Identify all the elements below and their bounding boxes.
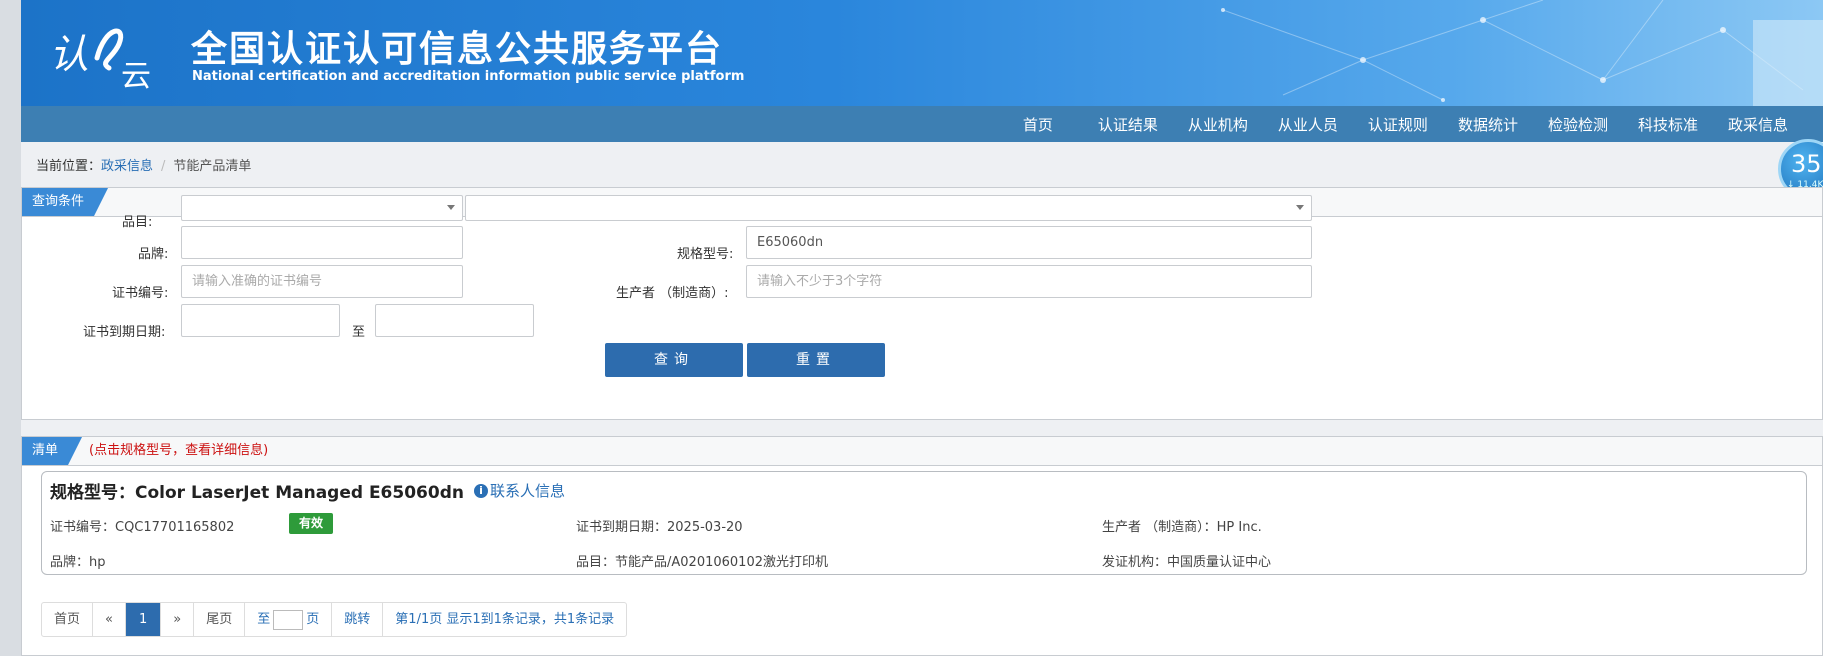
nav-inspection[interactable]: 检验检测 (1533, 114, 1623, 135)
nav-standards[interactable]: 科技标准 (1623, 114, 1713, 135)
site-header: 认 云 全国认证认可信息公共服务平台 National certificatio… (21, 0, 1823, 106)
record-model-link[interactable]: 规格型号：Color LaserJet Managed E65060dn (50, 478, 464, 503)
model-label: 规格型号: (677, 247, 734, 262)
breadcrumb-prefix: 当前位置： (36, 159, 102, 174)
main-nav: 首页 认证结果 从业机构 从业人员 认证规则 数据统计 检验检测 科技标准 政采… (21, 106, 1823, 142)
maker-label: 生产者 （制造商）: (616, 286, 729, 301)
nav-cert-results[interactable]: 认证结果 (1083, 114, 1173, 135)
svg-text:云: 云 (121, 59, 151, 90)
expiry-date-to-label: 至 (352, 325, 366, 340)
search-button[interactable]: 查询 (605, 343, 743, 377)
record-category: 品目：节能产品/A0201060102激光打印机 (576, 555, 828, 570)
speed-value: 35 (1791, 150, 1822, 178)
nav-procurement[interactable]: 政采信息 (1713, 114, 1803, 135)
site-logo: 认 云 (49, 28, 151, 90)
category-select-secondary[interactable] (465, 195, 1312, 221)
brand-label: 品牌: (138, 247, 169, 262)
pager-summary: 第1/1页 显示1到1条记录，共1条记录 (395, 612, 615, 627)
cert-no-label: 证书编号: (112, 286, 169, 301)
status-badge: 有效 (289, 513, 334, 534)
breadcrumb-section-link[interactable]: 政采信息 (101, 159, 153, 174)
pager-goto: 至 页 (245, 603, 333, 636)
expiry-date-from-input[interactable] (181, 304, 340, 337)
query-panel-tab: 查询条件 (22, 188, 108, 216)
category-select-primary[interactable] (181, 195, 463, 221)
left-edge-strip (0, 0, 21, 656)
category-label: 品目: (122, 215, 153, 230)
expiry-date-label: 证书到期日期: (83, 325, 166, 340)
nav-statistics[interactable]: 数据统计 (1443, 114, 1533, 135)
pager-last[interactable]: 尾页 (194, 603, 246, 636)
breadcrumb-separator: / (161, 159, 166, 174)
record-expiry: 证书到期日期：2025-03-20 (576, 520, 743, 535)
reset-button[interactable]: 重置 (747, 343, 885, 377)
pager-next[interactable]: » (161, 603, 195, 636)
list-hint: (点击规格型号，查看详细信息) (89, 443, 269, 458)
nav-personnel[interactable]: 从业人员 (1263, 114, 1353, 135)
pager-goto-suffix: 页 (306, 612, 320, 627)
list-panel-tab: 清单 (22, 437, 82, 465)
svg-text:认: 认 (49, 32, 89, 78)
contact-info-label: 联系人信息 (490, 482, 566, 500)
nav-cert-rules[interactable]: 认证规则 (1353, 114, 1443, 135)
contact-info-link[interactable]: i 联系人信息 (474, 480, 565, 501)
pager-goto-input[interactable] (273, 609, 304, 630)
pager-page-1[interactable]: 1 (125, 603, 162, 636)
pager-goto-prefix: 至 (257, 612, 271, 627)
record-issuer: 发证机构：中国质量认证中心 (1102, 555, 1272, 570)
nav-home[interactable]: 首页 (1008, 114, 1083, 135)
nav-institutions[interactable]: 从业机构 (1173, 114, 1263, 135)
network-decoration (1221, 0, 1823, 106)
list-panel-header: 清单 (点击规格型号，查看详细信息) (22, 437, 1822, 466)
record-cert-no: 证书编号：CQC17701165802 (50, 520, 235, 535)
result-record-card: 规格型号：Color LaserJet Managed E65060dn i 联系… (41, 471, 1807, 575)
expiry-date-to-input[interactable] (375, 304, 534, 337)
pagination: 首页 « 1 » 尾页 至 页 跳转 第1/1页 显示1到1条记录，共1条记录 (41, 602, 628, 637)
chevron-down-icon (447, 205, 455, 210)
result-list-panel: 清单 (点击规格型号，查看详细信息) 规格型号：Color LaserJet M… (21, 436, 1823, 656)
maker-input[interactable]: 请输入不少于3个字符 (746, 265, 1312, 298)
pager-jump-button[interactable]: 跳转 (332, 603, 384, 636)
site-subtitle: National certification and accreditation… (192, 69, 745, 84)
chevron-down-icon (1296, 205, 1304, 210)
query-panel: 查询条件 品目: 品牌: 规格型号: E65060dn 证书编号: 请输入准确的… (21, 187, 1823, 420)
breadcrumb: 当前位置：政采信息 / 节能产品清单 (36, 155, 251, 174)
pager-prev[interactable]: « (93, 603, 126, 636)
record-maker: 生产者 （制造商）：HP Inc. (1102, 520, 1262, 535)
model-input[interactable]: E65060dn (746, 226, 1312, 259)
breadcrumb-current: 节能产品清单 (173, 159, 252, 174)
brand-input[interactable] (181, 226, 463, 259)
record-brand: 品牌：hp (50, 555, 106, 570)
info-icon: i (474, 483, 488, 498)
cert-no-input[interactable]: 请输入准确的证书编号 (181, 265, 463, 298)
site-title: 全国认证认可信息公共服务平台 (191, 29, 724, 70)
pager-first[interactable]: 首页 (42, 603, 94, 636)
